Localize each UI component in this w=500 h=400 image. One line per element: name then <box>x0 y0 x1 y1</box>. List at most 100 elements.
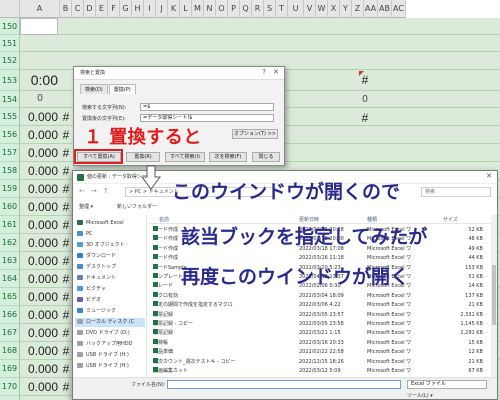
row-header[interactable]: 171 <box>0 396 20 400</box>
organize-button[interactable]: 整理 ▾ <box>79 203 93 210</box>
forward-icon[interactable]: → <box>91 187 97 195</box>
file-row[interactable]: 動画編集カット 2022/03/12 5:09 Microsoft Excel ワ 6… <box>149 367 489 376</box>
nav-item[interactable]: DVD ドライブ (D:) <box>77 329 130 338</box>
row-header[interactable]: 159 <box>0 180 20 198</box>
help-icon[interactable]: ? <box>262 68 266 76</box>
column-header[interactable]: A <box>20 0 60 18</box>
column-header[interactable]: Z <box>352 0 364 18</box>
column-header[interactable]: R <box>252 0 264 18</box>
row-header[interactable]: 168 <box>0 342 20 360</box>
up-icon[interactable]: ↑ <box>103 187 109 195</box>
nav-item[interactable]: 3D オブジェクト <box>77 241 125 250</box>
row-header[interactable]: 169 <box>0 360 20 378</box>
find-replace-titlebar[interactable]: 検索と置換 ? ✕ <box>74 67 284 80</box>
column-size[interactable]: サイズ <box>443 216 458 223</box>
new-folder-button[interactable]: 新しいフォルダー <box>117 203 157 210</box>
row-header[interactable]: 166 <box>0 306 20 324</box>
row-header[interactable]: 153 <box>0 70 20 91</box>
tools-button[interactable]: ツール(L) ▾ <box>407 392 433 399</box>
file-row[interactable]: 帳票記録 2022/03/21 1:15 Microsoft Excel ワ 1,29… <box>149 329 489 338</box>
column-header[interactable]: Q <box>240 0 252 18</box>
row-header[interactable]: 161 <box>0 216 20 234</box>
file-row[interactable]: マクロ有効 2022/03/04 18:09 Microsoft Excel ワ 13… <box>149 291 489 301</box>
back-icon[interactable]: ← <box>79 187 85 195</box>
column-header[interactable]: K <box>168 0 180 18</box>
nav-item[interactable]: ピクチャ <box>77 285 106 294</box>
column-header[interactable]: W <box>316 0 328 18</box>
column-header[interactable]: D <box>84 0 96 18</box>
column-header[interactable]: J <box>156 0 168 18</box>
row-header[interactable]: 152 <box>0 52 20 70</box>
nav-item[interactable]: ローカル ディスク (C <box>75 318 145 327</box>
find-next-button[interactable]: 次を検索(F) <box>209 152 247 162</box>
find-input[interactable]: =$ <box>140 103 274 111</box>
active-cell[interactable] <box>20 18 58 35</box>
column-header[interactable]: T <box>276 0 288 18</box>
replace-button[interactable]: 置換(R) <box>126 152 160 162</box>
file-row[interactable]: 出荷帳 2022/03/16 20:33 Microsoft Excel ワ 15 K… <box>149 338 489 348</box>
column-header[interactable]: H <box>132 0 144 18</box>
column-header[interactable]: X <box>328 0 340 18</box>
file-row[interactable]: 一定の期間で作成を指定するマクロ 2022/03/06 4:22 Microsoft… <box>149 301 489 310</box>
row-header[interactable]: 151 <box>0 35 20 52</box>
nav-item[interactable]: ドキュメント <box>77 274 116 283</box>
column-header[interactable]: C <box>72 0 84 18</box>
nav-item[interactable]: Microsoft Excel <box>77 219 124 228</box>
nav-item[interactable]: PC <box>77 230 93 239</box>
select-all-corner[interactable] <box>0 0 20 18</box>
column-header[interactable]: AA <box>364 0 378 18</box>
column-header[interactable]: AC <box>392 0 406 18</box>
row-header[interactable]: 163 <box>0 252 20 270</box>
nav-item[interactable]: USB ドライブ (H:) <box>77 362 129 371</box>
filename-input[interactable] <box>167 380 401 389</box>
tab-replace[interactable]: 置換(P) <box>108 84 136 94</box>
sheet-row[interactable] <box>20 18 500 35</box>
row-header[interactable]: 165 <box>0 288 20 306</box>
column-header[interactable]: M <box>192 0 204 18</box>
nav-item[interactable]: ミュージック <box>77 307 116 316</box>
row-header[interactable]: 156 <box>0 126 20 144</box>
column-header[interactable]: U <box>288 0 304 18</box>
row-header[interactable]: 170 <box>0 378 20 396</box>
file-row[interactable]: 帳票記録 - コピー 2022/03/05 23:58 Microsoft Exce… <box>149 320 489 329</box>
column-header[interactable]: F <box>108 0 120 18</box>
nav-item[interactable]: デスクトップ <box>77 263 116 272</box>
file-row[interactable]: 帳票記録 2022/03/05 23:57 Microsoft Excel ワ 2,3… <box>149 310 489 320</box>
column-header[interactable]: G <box>120 0 132 18</box>
row-header[interactable]: 164 <box>0 270 20 288</box>
close-icon[interactable]: ✕ <box>273 68 279 76</box>
close-icon[interactable]: ✕ <box>486 172 492 180</box>
row-header[interactable]: 162 <box>0 234 20 252</box>
filetype-select[interactable]: Excel ファイル <box>407 380 487 389</box>
nav-item[interactable]: バックアップ用HDD <box>77 340 132 349</box>
column-header[interactable]: B <box>60 0 72 18</box>
column-header[interactable]: P <box>228 0 240 18</box>
nav-item[interactable]: USB ドライブ (H:) <box>77 351 129 360</box>
column-header[interactable]: AB <box>378 0 392 18</box>
close-button[interactable]: 閉じる <box>252 152 280 162</box>
nav-item[interactable]: ビデオ <box>77 296 101 305</box>
find-all-button[interactable]: すべて検索(I) <box>165 152 205 162</box>
file-row[interactable]: 週次カウント_週次テストキ - コピー 2022/12/15 18:26 Micro… <box>149 357 489 367</box>
column-header[interactable]: Y <box>340 0 352 18</box>
column-header[interactable]: V <box>304 0 316 18</box>
tab-find[interactable]: 検索(D) <box>80 84 108 94</box>
row-header[interactable]: 155 <box>0 108 20 126</box>
row-header[interactable]: 158 <box>0 162 20 180</box>
column-header[interactable]: S <box>264 0 276 18</box>
row-header[interactable]: 154 <box>0 91 20 108</box>
column-header[interactable]: N <box>204 0 216 18</box>
row-header[interactable]: 157 <box>0 144 20 162</box>
column-header[interactable]: E <box>96 0 108 18</box>
nav-item[interactable]: ダウンロード <box>77 252 116 261</box>
row-header[interactable]: 150 <box>0 18 20 35</box>
options-button[interactable]: オプション(T) >> <box>232 129 278 139</box>
column-header[interactable]: I <box>144 0 156 18</box>
scroll-thumb[interactable] <box>492 265 496 325</box>
file-list-scrollbar[interactable] <box>491 215 497 377</box>
sheet-row[interactable] <box>20 35 500 52</box>
column-header[interactable]: L <box>180 0 192 18</box>
row-header[interactable]: 160 <box>0 198 20 216</box>
column-header[interactable]: O <box>216 0 228 18</box>
column-name[interactable]: 名前 <box>159 216 169 223</box>
